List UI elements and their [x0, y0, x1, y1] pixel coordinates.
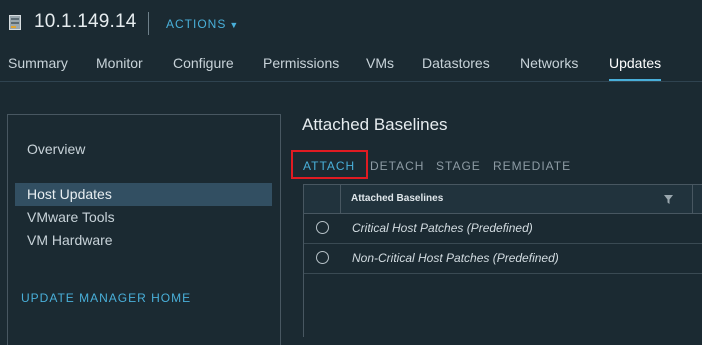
- column-separator: [692, 185, 693, 213]
- header: 10.1.149.14 ACTIONS ▼: [0, 0, 702, 46]
- tab-updates[interactable]: Updates: [609, 52, 662, 82]
- column-header-attached-baselines[interactable]: Attached Baselines: [351, 193, 443, 204]
- header-divider: [148, 12, 149, 35]
- stage-button[interactable]: STAGE: [436, 159, 481, 173]
- baseline-name: Critical Host Patches (Predefined): [352, 221, 533, 235]
- tab-configure[interactable]: Configure: [173, 52, 234, 82]
- tab-summary[interactable]: Summary: [8, 52, 68, 82]
- tab-bar: Summary Monitor Configure Permissions VM…: [0, 52, 702, 82]
- column-separator: [340, 185, 341, 213]
- actions-label: ACTIONS: [166, 17, 227, 31]
- update-manager-home-link[interactable]: UPDATE MANAGER HOME: [21, 291, 191, 305]
- nav-item-vm-hardware[interactable]: VM Hardware: [15, 229, 272, 252]
- baseline-name: Non-Critical Host Patches (Predefined): [352, 251, 559, 265]
- nav-item-host-updates[interactable]: Host Updates: [15, 183, 272, 206]
- chevron-down-icon: ▼: [229, 20, 240, 30]
- updates-sidebar: Overview Host Updates VMware Tools VM Ha…: [7, 114, 281, 345]
- host-server-icon: [9, 15, 21, 30]
- attach-button[interactable]: ATTACH: [303, 159, 355, 173]
- tab-datastores[interactable]: Datastores: [422, 52, 490, 82]
- panel-title: Attached Baselines: [302, 115, 448, 134]
- table-row[interactable]: Critical Host Patches (Predefined): [304, 214, 702, 244]
- tabs-divider: [0, 81, 702, 82]
- host-title: 10.1.149.14: [34, 11, 137, 32]
- tab-permissions[interactable]: Permissions: [263, 52, 339, 82]
- tab-networks[interactable]: Networks: [520, 52, 578, 82]
- row-select-radio[interactable]: [316, 251, 329, 264]
- grid-header: Attached Baselines: [304, 185, 702, 214]
- filter-icon[interactable]: [664, 195, 673, 204]
- tab-vms[interactable]: VMs: [366, 52, 394, 82]
- actions-menu-button[interactable]: ACTIONS ▼: [166, 17, 239, 31]
- nav-item-vmware-tools[interactable]: VMware Tools: [15, 206, 272, 229]
- detach-button[interactable]: DETACH: [370, 159, 424, 173]
- row-select-radio[interactable]: [316, 221, 329, 234]
- nav-overview[interactable]: Overview: [27, 141, 85, 157]
- baselines-grid: Attached Baselines Critical Host Patches…: [303, 184, 702, 337]
- tab-monitor[interactable]: Monitor: [96, 52, 143, 82]
- remediate-button[interactable]: REMEDIATE: [493, 159, 571, 173]
- table-row[interactable]: Non-Critical Host Patches (Predefined): [304, 244, 702, 274]
